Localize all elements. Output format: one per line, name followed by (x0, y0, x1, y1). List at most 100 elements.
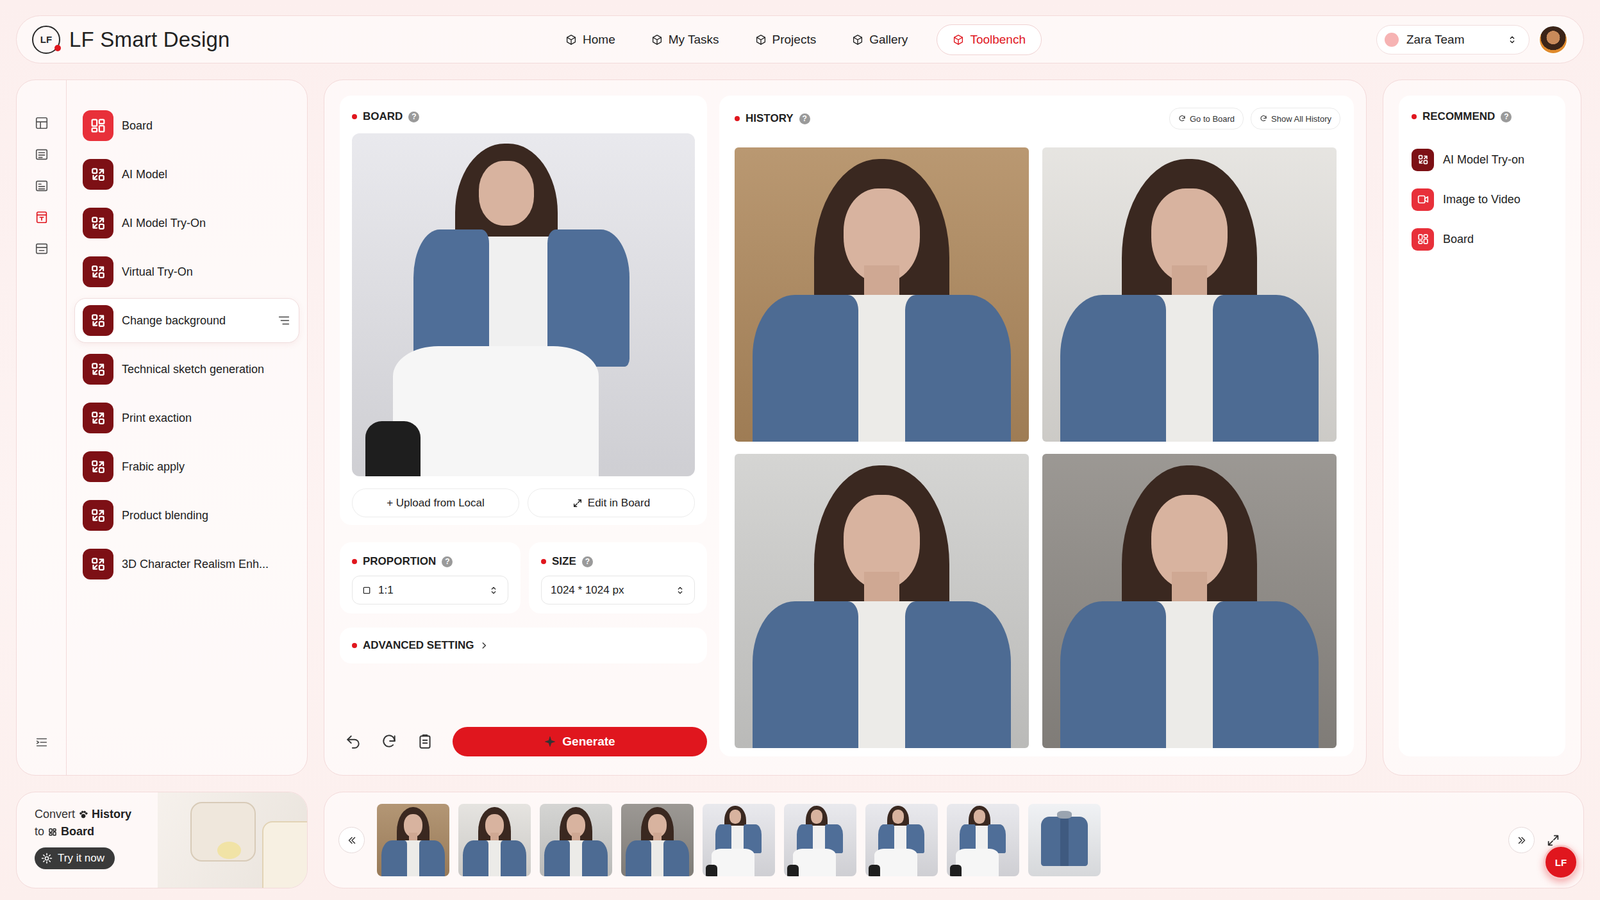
help-icon[interactable]: ? (582, 556, 593, 568)
history-button-label[interactable]: Go to Board (1189, 114, 1235, 124)
help-icon[interactable]: ? (441, 556, 453, 568)
nav-label[interactable]: Projects (772, 32, 817, 47)
thumbnail[interactable] (621, 803, 694, 877)
tool-label[interactable]: AI Model (121, 167, 168, 182)
proportion-select[interactable]: 1:1 (351, 575, 509, 605)
assistant-button[interactable]: LF (1543, 844, 1579, 880)
help-icon[interactable]: ? (408, 111, 420, 123)
nav-item[interactable]: Gallery (844, 24, 915, 56)
undo-icon[interactable] (344, 733, 362, 750)
tool-label[interactable]: Technical sketch generation (121, 362, 265, 377)
tool-item[interactable]: AI Model Try-On (74, 200, 300, 246)
tool-item[interactable]: Frabic apply (74, 444, 300, 490)
thumbnail[interactable] (458, 803, 531, 877)
user-avatar[interactable] (1538, 25, 1568, 55)
tool-item[interactable]: Board (74, 103, 300, 149)
recommend-item[interactable]: AI Model Try-on (1411, 139, 1553, 180)
history-image[interactable] (1042, 147, 1337, 442)
promo-history: History (91, 807, 132, 822)
store-icon[interactable] (33, 241, 50, 256)
tool-item[interactable]: Product blending (74, 492, 300, 538)
refresh-icon[interactable] (380, 733, 398, 750)
nav-label[interactable]: My Tasks (668, 32, 720, 47)
tool-label[interactable]: Change background (121, 314, 226, 328)
history-image[interactable] (734, 147, 1029, 442)
list-icon[interactable] (33, 178, 50, 193)
tool-item[interactable]: AI Model (74, 151, 300, 197)
double-right-icon[interactable] (1508, 826, 1535, 854)
edit-in-board-button[interactable]: Edit in Board (527, 488, 695, 518)
tool-label[interactable]: Frabic apply (121, 460, 185, 474)
help-icon[interactable]: ? (799, 113, 811, 125)
nav-label[interactable]: Home (582, 32, 616, 47)
history-card: HISTORY? Go to Board Show All History (719, 95, 1354, 757)
tool-label[interactable]: Board (121, 119, 153, 133)
help-icon[interactable]: ? (1500, 111, 1512, 123)
proportion-label: PROPORTION? (351, 552, 509, 571)
thumbnail[interactable] (783, 803, 857, 877)
collapse-icon[interactable] (33, 735, 50, 750)
tool-item[interactable]: Virtual Try-On (74, 249, 300, 295)
toolbench-icon[interactable] (33, 210, 50, 225)
sparkle-icon (544, 735, 556, 748)
thumbnail[interactable] (539, 803, 613, 877)
app-logo[interactable]: LF (32, 25, 61, 54)
tool-item[interactable]: 3D Character Realism Enh... (74, 541, 300, 587)
recommend-item[interactable]: Board (1411, 219, 1553, 259)
tool-item[interactable]: Print exaction (74, 395, 300, 441)
advanced-setting[interactable]: ADVANCED SETTING (339, 627, 708, 664)
tool-list: Board AI Model AI Model Try-On Virtual Try-… (66, 80, 308, 775)
history-button[interactable]: Go to Board (1169, 107, 1244, 130)
thumbnail[interactable] (865, 803, 938, 877)
nav-item[interactable]: My Tasks (644, 24, 727, 56)
nav-item[interactable]: Projects (748, 24, 824, 56)
history-image[interactable] (734, 453, 1029, 749)
history-image[interactable] (1042, 453, 1337, 749)
document-icon[interactable] (33, 147, 50, 162)
recommend-label[interactable]: Image to Video (1442, 192, 1521, 207)
menu-icon[interactable] (276, 313, 292, 328)
nav-label[interactable]: Gallery (869, 32, 908, 47)
proportion-value[interactable]: 1:1 (378, 583, 483, 597)
history-title: HISTORY? (734, 109, 811, 128)
team-select[interactable]: Zara Team (1376, 25, 1530, 55)
tool-label[interactable]: 3D Character Realism Enh... (121, 557, 269, 572)
thumbnail[interactable] (1028, 803, 1101, 877)
tool-label[interactable]: AI Model Try-On (121, 216, 206, 231)
try-label[interactable]: Try it now (57, 851, 105, 865)
thumbnail[interactable] (946, 803, 1020, 877)
upload-label[interactable]: + Upload from Local (386, 496, 485, 510)
thumbnail[interactable] (702, 803, 775, 877)
nav-label[interactable]: Toolbench (969, 32, 1026, 47)
nav-item[interactable]: Home (558, 24, 623, 56)
history-button[interactable]: Show All History (1250, 107, 1341, 130)
try-it-now-button[interactable]: Try it now (34, 847, 115, 870)
board-image[interactable] (351, 133, 695, 477)
updown-icon (1507, 33, 1518, 46)
advanced-label[interactable]: ADVANCED SETTING (362, 639, 474, 652)
tool-label[interactable]: Product blending (121, 508, 209, 523)
edit-label[interactable]: Edit in Board (587, 496, 650, 510)
history-button-label[interactable]: Show All History (1271, 114, 1332, 124)
nav-item[interactable]: Toolbench (936, 24, 1042, 56)
size-select[interactable]: 1024 * 1024 px (541, 575, 695, 605)
upload-button[interactable]: + Upload from Local (351, 488, 520, 518)
tool-icon (1411, 148, 1434, 172)
tool-icon (82, 500, 114, 531)
team-name[interactable]: Zara Team (1406, 32, 1500, 47)
recommend-label[interactable]: AI Model Try-on (1442, 153, 1525, 167)
tool-item[interactable]: Technical sketch generation (74, 346, 300, 392)
tool-label[interactable]: Virtual Try-On (121, 265, 193, 279)
proportion-card: PROPORTION? 1:1 (339, 542, 521, 614)
tool-label[interactable]: Print exaction (121, 411, 192, 425)
thumbnail[interactable] (376, 803, 450, 877)
generate-button[interactable]: Generate (452, 726, 708, 757)
layout-icon[interactable] (33, 116, 50, 131)
generate-label[interactable]: Generate (562, 734, 615, 749)
double-left-icon[interactable] (338, 826, 365, 854)
clipboard-icon[interactable] (416, 733, 434, 750)
recommend-item[interactable]: Image to Video (1411, 179, 1553, 220)
size-value[interactable]: 1024 * 1024 px (550, 583, 669, 597)
recommend-label[interactable]: Board (1442, 232, 1474, 247)
tool-item[interactable]: Change background (74, 298, 300, 343)
